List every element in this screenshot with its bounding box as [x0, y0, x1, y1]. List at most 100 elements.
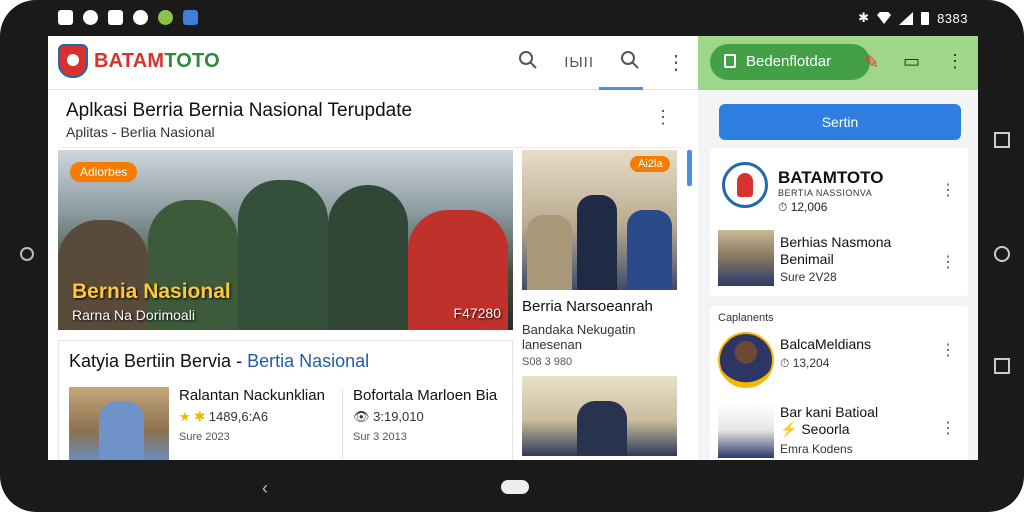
side-story-image: Ai2la	[522, 150, 677, 290]
sidebar-list-item[interactable]: Bar kani Batioal ⚡ Seoorla Emra Kodens ⋮	[710, 398, 968, 460]
sidebar-list-item[interactable]: BalcaMeldians ⏱ 13,204 ⋮	[710, 328, 968, 396]
game-icon	[158, 10, 173, 25]
side-image-figure	[627, 210, 672, 290]
home-button[interactable]	[994, 246, 1010, 262]
notification-icon	[58, 10, 73, 25]
hero-date: F47280	[453, 305, 501, 321]
phone-icon	[133, 10, 148, 25]
search-icon[interactable]	[518, 50, 538, 76]
more-options-icon[interactable]: ⋮	[940, 252, 956, 272]
hero-image-figure	[328, 185, 408, 330]
logo-text: BATAMTOTO	[94, 49, 220, 72]
side-story[interactable]: Ai2la Berria Narsoeanrah Bandaka Nekugat…	[522, 150, 677, 460]
side-image-figure	[577, 195, 617, 290]
right-header: Bedenflotdar ✎ ▭ ⋮	[698, 36, 978, 90]
lock-icon	[724, 54, 736, 68]
message-icon	[183, 10, 198, 25]
main-feed: Aplkasi Berria Bernia Nasional Terupdate…	[48, 90, 698, 460]
list-item-title: BalcaMeldians	[780, 336, 872, 352]
download-pill-button[interactable]: Bedenflotdar	[710, 44, 870, 80]
sidebar-list-card: Caplanents BalcaMeldians ⏱ 13,204 ⋮ Bar …	[710, 306, 968, 460]
headline-card[interactable]: Aplkasi Berria Bernia Nasional Terupdate…	[58, 94, 684, 148]
status-bar: ✱ 8383	[48, 4, 978, 32]
category-item-title: Ralantan Nackunklian	[179, 387, 325, 404]
side-image-figure	[527, 215, 572, 290]
notification-icons	[58, 10, 198, 25]
signal-icon	[899, 11, 914, 25]
side-story-badge: Ai2la	[630, 156, 671, 172]
side-story-image-2[interactable]	[522, 376, 677, 456]
list-item-meta: ⏱ 13,204	[780, 356, 830, 370]
side-story-description: Bandaka Nekugatin lanesenan	[522, 322, 636, 352]
battery-icon	[921, 11, 930, 25]
more-options-icon[interactable]: ⋮	[666, 51, 686, 75]
side-story-date: S08 3 980	[522, 356, 573, 368]
shield-icon	[83, 10, 98, 25]
brand-row[interactable]: BATAMTOTO BERTIA NASSIONVA ⏱ 12,006 ⋮	[710, 154, 968, 222]
more-options-icon[interactable]: ⋮	[940, 340, 956, 360]
list-item-title: Bar kani Batioal ⚡ Seoorla	[780, 404, 879, 437]
more-options-icon[interactable]: ⋮	[940, 418, 956, 438]
menu-text-icon[interactable]: IЫII	[564, 51, 594, 75]
more-options-icon[interactable]: ⋮	[654, 108, 672, 126]
system-indicators: ✱ 8383	[858, 10, 968, 26]
category-item-meta: ★ ✱ 1489,6:A6	[179, 409, 269, 424]
camera-icon	[20, 247, 34, 261]
brand-title: BATAMTOTO	[778, 168, 884, 187]
hero-badge: Adiorbes	[70, 162, 138, 182]
scrollbar-thumb[interactable]	[687, 150, 692, 186]
header-actions: IЫII ⋮	[518, 50, 686, 76]
hero-image-figure	[238, 180, 328, 330]
story-thumbnail	[718, 402, 774, 458]
hero-story[interactable]: Adiorbes Bernia Nasional Rarna Na Dorimo…	[58, 150, 513, 330]
pill-label: Bedenflotdar	[746, 53, 832, 70]
story-title: Berhias Nasmona Benimail	[780, 234, 892, 267]
side-image-figure	[577, 401, 627, 456]
hero-title: Bernia Nasional	[72, 280, 231, 303]
divider	[342, 389, 343, 459]
hero-subtitle: Rarna Na Dorimoali	[72, 307, 195, 323]
bluetooth-icon: ✱	[858, 10, 870, 25]
bolt-icon: ⚡	[780, 421, 798, 437]
star-icon: ★ ✱	[179, 409, 209, 424]
story-thumbnail	[718, 230, 774, 286]
app-logo[interactable]: BATAMTOTO	[58, 44, 220, 78]
system-nav-bar	[990, 128, 1014, 388]
headline-subtitle: Aplitas - Berlia Nasional	[66, 124, 215, 140]
app-screen: BATAMTOTO IЫII ⋮ Bedenflotdar ✎ ▭ ⋮ Aplk…	[48, 36, 978, 460]
chat-icon[interactable]: ▭	[903, 51, 920, 72]
recents-button[interactable]	[994, 132, 1010, 148]
category-item-meta: 👁 3:19,010	[353, 409, 424, 424]
category-thumbnail[interactable]	[69, 387, 169, 460]
more-options-icon[interactable]: ⋮	[940, 180, 956, 200]
home-pill-button[interactable]	[501, 480, 529, 494]
logo-emblem-icon	[58, 44, 88, 78]
section-label: Caplanents	[718, 312, 774, 324]
category-item[interactable]: Bofortala Marloen Bia 👁 3:19,010 Sur 3 2…	[353, 387, 497, 443]
category-item-title: Bofortala Marloen Bia	[353, 387, 498, 404]
thumbnail-figure	[99, 401, 144, 460]
right-header-actions: ▭ ⋮	[903, 51, 964, 72]
brand-count: ⏱ 12,006	[778, 200, 828, 214]
search-icon-secondary[interactable]	[620, 50, 640, 76]
sidebar-story-row[interactable]: Berhias Nasmona Benimail Sure 2V28 ⋮	[710, 226, 968, 294]
headline-title: Aplkasi Berria Bernia Nasional Terupdate	[66, 100, 413, 121]
sidebar: Sertin BATAMTOTO BERTIA NASSIONVA ⏱ 12,0…	[698, 90, 978, 460]
eye-icon: 👁	[353, 409, 374, 424]
clock: 8383	[937, 10, 968, 26]
category-item-date: Sur 3 2013	[353, 431, 407, 443]
device-frame: ✱ 8383 BATAMTOTO IЫII ⋮ Bedenflotdar ✎ ▭…	[0, 0, 1024, 512]
list-item-meta: Emra Kodens	[780, 442, 853, 456]
app-icon	[108, 10, 123, 25]
overview-button[interactable]	[994, 358, 1010, 374]
category-section: Katyia Bertiin Bervia - Bertia Nasional …	[58, 340, 513, 460]
sidebar-brand-card: BATAMTOTO BERTIA NASSIONVA ⏱ 12,006 ⋮ Be…	[710, 148, 968, 296]
back-button[interactable]: ‹	[262, 478, 268, 499]
more-options-icon[interactable]: ⋮	[946, 51, 964, 72]
sidebar-search-button[interactable]: Sertin	[719, 104, 961, 140]
category-item-date: Sure 2023	[179, 431, 230, 443]
category-item[interactable]: Ralantan Nackunklian ★ ✱ 1489,6:A6 Sure …	[179, 387, 325, 443]
brand-subtitle: BERTIA NASSIONVA	[778, 188, 873, 198]
category-title: Katyia Bertiin Bervia - Bertia Nasional	[69, 351, 370, 371]
pen-icon[interactable]: ✎	[864, 52, 879, 73]
